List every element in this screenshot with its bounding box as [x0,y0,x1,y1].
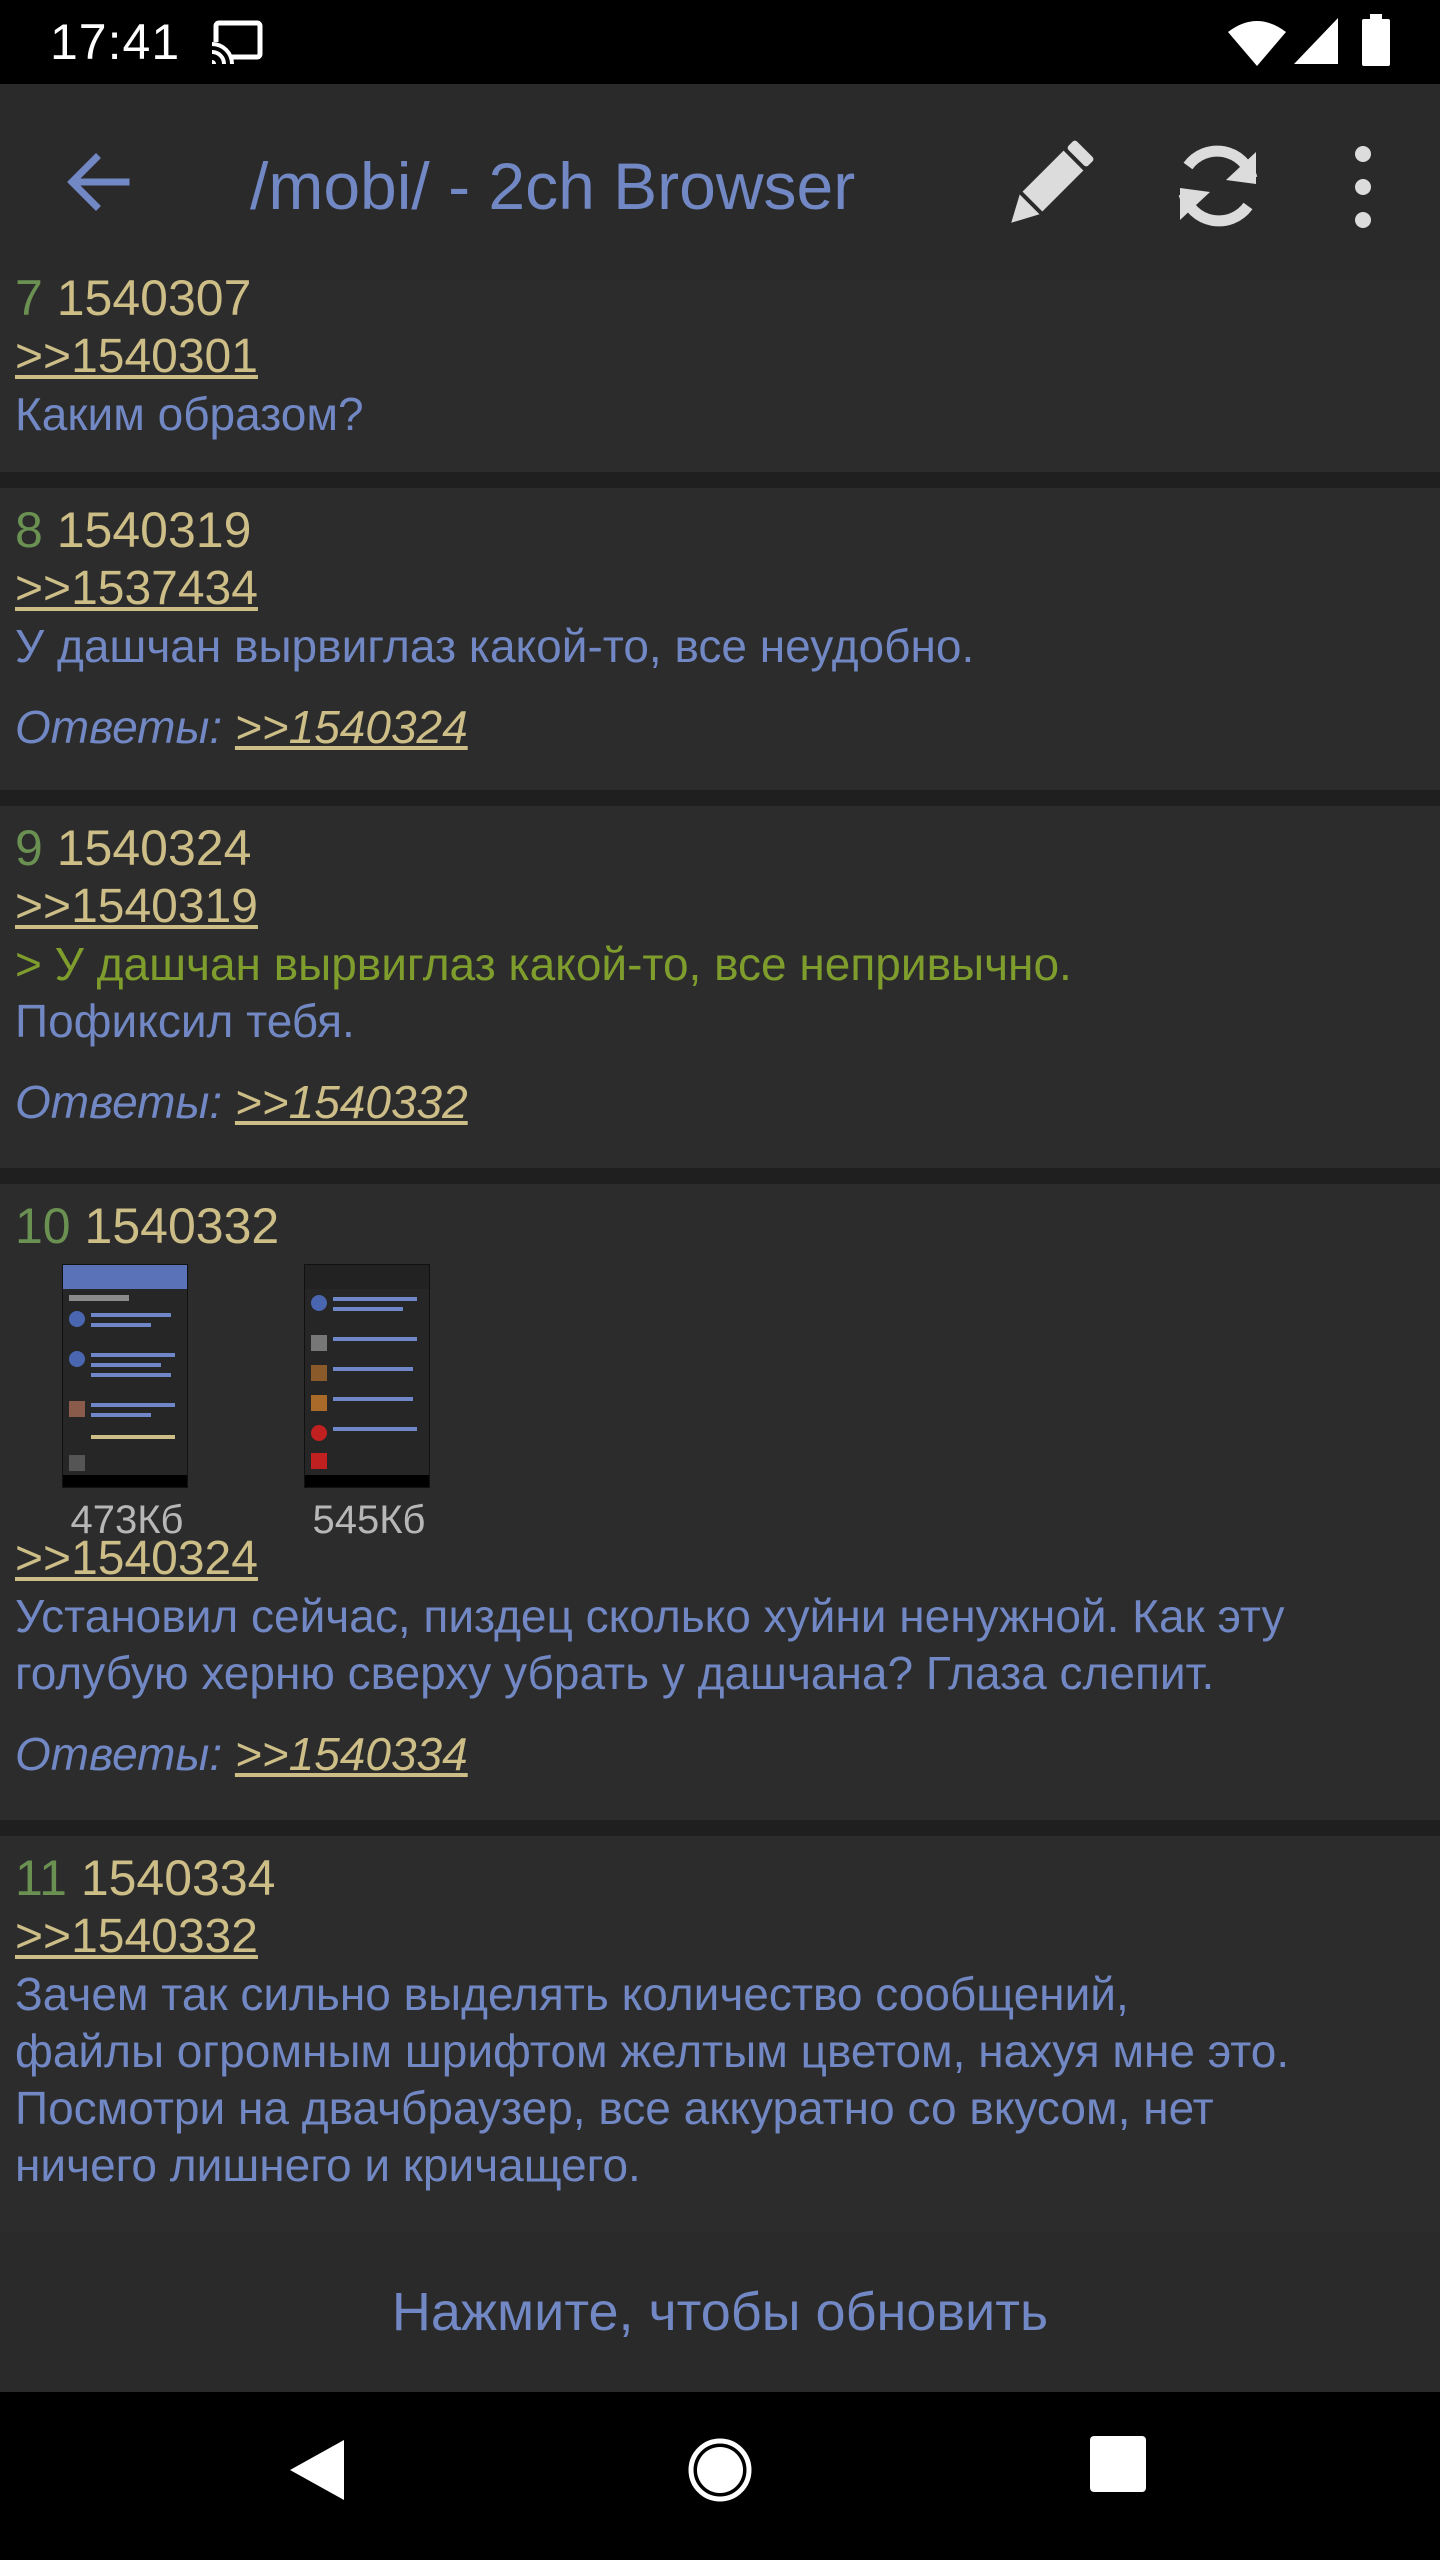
attachment-1[interactable]: 473Кб [62,1264,192,1544]
attachment-thumbnail[interactable] [62,1264,188,1488]
pencil-icon[interactable] [1000,138,1096,234]
post-header: 9 1540324 [15,818,1440,878]
attachment-2[interactable]: 545Кб [304,1264,434,1544]
post-index: 7 [15,280,43,326]
post-text-line: файлы огромным шрифтом желтым цветом, на… [15,2025,1290,2077]
post-number: 1540334 [80,1850,276,1906]
replies: Ответы: >>1540324 [15,697,1440,757]
post-index: 8 [15,502,43,558]
nav-back-icon[interactable] [286,2436,348,2504]
replies: Ответы: >>1540332 [15,1072,1440,1132]
post-header: 10 1540332 [15,1196,1440,1256]
reply-to-link[interactable]: >>1537434 [15,560,258,618]
reply-to-link[interactable]: >>1540332 [15,1908,258,1966]
post-11[interactable]: 11 1540334 >>1540332 Зачем так сильно вы… [0,1836,1440,2232]
post-7[interactable]: 7 1540307 >>1540301 Каким образом? [0,280,1440,472]
quote-text: > У дашчан вырвиглаз какой-то, все непри… [15,938,1072,990]
status-time: 17:41 [50,14,181,70]
reply-link[interactable]: >>1540332 [235,1073,468,1131]
post-10[interactable]: 10 1540332 473Кб 545Кб >>1540324 Установ… [0,1184,1440,1820]
reply-link[interactable]: >>1540324 [235,698,468,756]
post-index: 9 [15,820,43,876]
post-number: 1540307 [56,280,252,326]
reply-to-link[interactable]: >>1540324 [15,1530,258,1588]
post-text-line: ничего лишнего и кричащего. [15,2139,641,2191]
post-text: Пофиксил тебя. [15,995,355,1047]
post-body: >>1540324 Установил сейчас, пиздец сколь… [15,1530,1435,1784]
reply-link[interactable]: >>1540334 [235,1725,468,1783]
post-text-line: Посмотри на двачбраузер, все аккуратно с… [15,2082,1214,2134]
post-8[interactable]: 8 1540319 >>1537434 У дашчан вырвиглаз к… [0,488,1440,790]
nav-home-icon[interactable] [686,2436,754,2504]
status-bar: 17:41 [0,0,1440,84]
post-number: 1540332 [84,1198,280,1254]
battery-icon [1362,14,1390,66]
navigation-bar [0,2392,1440,2560]
reply-to-link[interactable]: >>1540319 [15,878,258,936]
attachment-thumbnail[interactable] [304,1264,430,1488]
more-vert-icon[interactable] [1340,142,1386,232]
toolbar-title: /mobi/ - 2ch Browser [250,149,856,223]
wifi-icon [1228,21,1286,66]
post-text: Каким образом? [15,388,364,440]
post-header: 8 1540319 [15,500,1440,560]
post-number: 1540324 [56,820,252,876]
post-index: 11 [15,1850,67,1906]
post-number: 1540319 [56,502,252,558]
post-9[interactable]: 9 1540324 >>1540319 > У дашчан вырвиглаз… [0,806,1440,1168]
nav-recents-icon[interactable] [1090,2436,1146,2492]
post-text-line: Зачем так сильно выделять количество соо… [15,1968,1129,2020]
back-arrow-icon[interactable] [60,144,136,220]
tap-to-refresh-button[interactable]: Нажмите, чтобы обновить [0,2232,1440,2392]
refresh-icon[interactable] [1172,140,1264,232]
toolbar: /mobi/ - 2ch Browser [0,84,1440,280]
replies-label: Ответы: [15,1076,223,1128]
post-header: 11 1540334 [15,1848,1440,1908]
post-header: 7 1540307 [15,280,1440,328]
post-index: 10 [15,1198,71,1254]
signal-icon [1294,18,1338,64]
thread-list[interactable]: 7 1540307 >>1540301 Каким образом? 8 154… [0,280,1440,2232]
replies: Ответы: >>1540334 [15,1724,1435,1784]
reply-to-link[interactable]: >>1540301 [15,328,258,386]
post-text-line: Установил сейчас, пиздец сколько хуйни н… [15,1590,1285,1642]
cast-icon [210,20,263,64]
post-text: У дашчан вырвиглаз какой-то, все неудобн… [15,620,975,672]
post-text-line: голубую херню сверху убрать у дашчана? Г… [15,1647,1215,1699]
replies-label: Ответы: [15,1728,223,1780]
replies-label: Ответы: [15,701,223,753]
